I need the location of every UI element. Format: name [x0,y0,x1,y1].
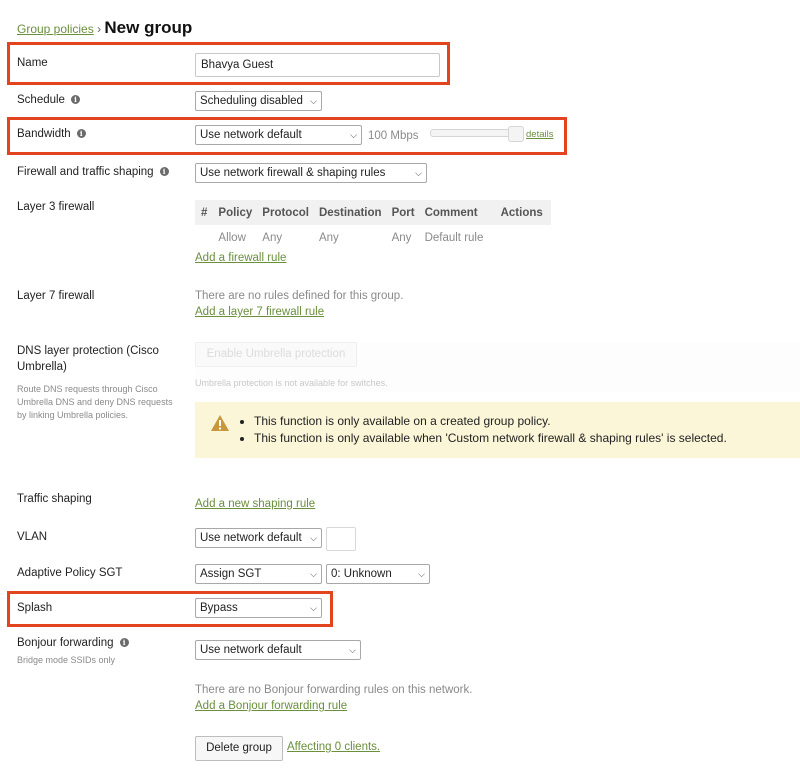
vlan-select[interactable]: Use network default ⌵ [195,528,322,548]
add-bonjour-rule-link[interactable]: Add a Bonjour forwarding rule [195,700,347,712]
page-title: New group [104,18,193,37]
l3-col-actions: Actions [495,200,551,225]
bonjour-label-text: Bonjour forwarding [17,637,114,649]
chevron-down-icon: ⌵ [418,569,425,579]
sgt-assign-select-value: Assign SGT [200,568,262,580]
bonjour-select[interactable]: Use network default ⌵ [195,640,361,660]
firewall-label-text: Firewall and traffic shaping [17,166,154,178]
chevron-down-icon: ⌵ [349,645,356,655]
l3-cell-number [195,225,213,250]
l3-firewall-label: Layer 3 firewall [17,201,95,213]
schedule-select-value: Scheduling disabled [200,95,303,107]
l3-cell-port: Any [391,231,412,244]
vlan-label: VLAN [17,531,48,543]
schedule-label: Schedule i [17,94,80,106]
dns-protection-label: DNS layer protection (Cisco Umbrella) [17,345,159,373]
bonjour-label: Bonjour forwarding i [17,637,129,649]
warning-notice: This function is only available on a cre… [195,402,800,458]
list-item: This function is only available when 'Cu… [254,430,727,447]
add-firewall-rule-link[interactable]: Add a firewall rule [195,252,286,264]
l3-col-destination: Destination [313,200,387,225]
enable-umbrella-button[interactable]: Enable Umbrella protection [195,342,357,367]
sgt-value-select[interactable]: 0: Unknown ⌵ [326,564,430,584]
breadcrumb: Group policies › New group [17,18,192,38]
add-shaping-rule-link[interactable]: Add a new shaping rule [195,498,315,510]
info-icon[interactable]: i [159,167,169,176]
l3-cell-destination: Any [318,231,339,244]
l3-col-number: # [195,200,214,225]
sgt-assign-select[interactable]: Assign SGT ⌵ [195,564,322,584]
l3-firewall-table: # Policy Protocol Destination Port Comme… [195,200,551,250]
l3-table-header-row: # Policy Protocol Destination Port Comme… [195,200,551,225]
bandwidth-select-value: Use network default [200,129,302,141]
chevron-down-icon: ⌵ [310,96,317,106]
l3-col-port: Port [386,200,420,225]
splash-label: Splash [17,602,53,614]
bonjour-empty-text: There are no Bonjour forwarding rules on… [195,684,473,696]
add-l7-rule-link[interactable]: Add a layer 7 firewall rule [195,306,324,318]
l3-cell-comment: Default rule [424,231,484,244]
bandwidth-limit-value: 100 Mbps [368,130,419,142]
vlan-id-input[interactable] [326,527,356,551]
warning-list: This function is only available on a cre… [236,413,727,447]
firewall-label: Firewall and traffic shaping i [17,166,169,178]
warning-icon [211,415,229,431]
l3-col-policy: Policy [213,200,258,225]
chevron-down-icon: ⌵ [350,130,357,140]
table-row: Allow Any Any Any Default rule [195,225,551,250]
chevron-down-icon: ⌵ [415,168,422,178]
sgt-value-select-value: 0: Unknown [331,568,392,580]
bandwidth-label: Bandwidth i [17,128,86,140]
firewall-select[interactable]: Use network firewall & shaping rules ⌵ [195,163,427,183]
info-icon[interactable]: i [119,638,129,647]
umbrella-note: Umbrella protection is not available for… [195,378,388,388]
info-icon[interactable]: i [76,129,86,138]
bonjour-select-value: Use network default [200,644,302,656]
name-label: Name [17,57,48,69]
schedule-select[interactable]: Scheduling disabled ⌵ [195,91,322,111]
breadcrumb-separator: › [97,22,102,36]
affecting-clients-link[interactable]: Affecting 0 clients. [287,741,380,753]
bandwidth-slider-handle[interactable] [508,126,524,142]
vlan-select-value: Use network default [200,532,302,544]
l3-cell-protocol: Any [262,231,283,244]
sgt-label: Adaptive Policy SGT [17,567,123,579]
chevron-down-icon: ⌵ [310,533,317,543]
splash-select-value: Bypass [200,602,238,614]
bandwidth-details-link[interactable]: details [526,129,553,140]
splash-select[interactable]: Bypass ⌵ [195,598,322,618]
list-item: This function is only available on a cre… [254,413,727,430]
schedule-label-text: Schedule [17,94,65,106]
l7-firewall-label: Layer 7 firewall [17,290,95,302]
l7-empty-text: There are no rules defined for this grou… [195,290,404,302]
bandwidth-label-text: Bandwidth [17,128,71,140]
info-icon[interactable]: i [70,95,80,104]
chevron-down-icon: ⌵ [310,569,317,579]
dns-protection-description: Route DNS requests through Cisco Umbrell… [17,384,173,420]
firewall-select-value: Use network firewall & shaping rules [200,167,386,179]
l3-col-comment: Comment [419,200,496,225]
l3-cell-actions [496,225,551,250]
bandwidth-select[interactable]: Use network default ⌵ [195,125,362,145]
l3-cell-policy: Allow [218,231,246,244]
name-input[interactable]: Bhavya Guest [195,53,440,77]
chevron-down-icon: ⌵ [310,603,317,613]
l3-col-protocol: Protocol [257,200,314,225]
bonjour-sublabel: Bridge mode SSIDs only [17,655,116,665]
breadcrumb-parent-link[interactable]: Group policies [17,22,94,36]
traffic-shaping-label: Traffic shaping [17,493,92,505]
delete-group-button[interactable]: Delete group [195,736,283,761]
